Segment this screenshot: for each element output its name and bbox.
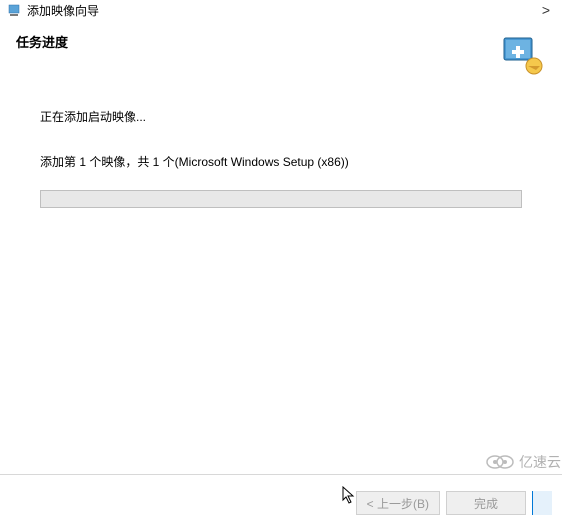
wizard-header: 任务进度 bbox=[0, 20, 562, 88]
wizard-buttons: < 上一步(B) 完成 bbox=[356, 491, 552, 515]
watermark: 亿速云 bbox=[485, 452, 561, 472]
status-text: 正在添加启动映像... bbox=[40, 108, 522, 125]
mouse-cursor-icon bbox=[342, 486, 356, 509]
progress-bar bbox=[40, 190, 522, 208]
wizard-content: 正在添加启动映像... 添加第 1 个映像，共 1 个(Microsoft Wi… bbox=[0, 88, 562, 228]
footer-separator bbox=[0, 474, 562, 475]
title-bar: 添加映像向导 > bbox=[0, 0, 562, 20]
watermark-logo-icon bbox=[485, 452, 515, 472]
page-title: 任务进度 bbox=[16, 32, 68, 51]
progress-detail-text: 添加第 1 个映像，共 1 个(Microsoft Windows Setup … bbox=[40, 153, 522, 170]
watermark-text: 亿速云 bbox=[519, 452, 561, 472]
back-button[interactable]: < 上一步(B) bbox=[356, 491, 440, 515]
finish-button[interactable]: 完成 bbox=[446, 491, 526, 515]
window-control-area[interactable]: > bbox=[536, 2, 556, 18]
wizard-banner-icon bbox=[498, 32, 546, 80]
window-title: 添加映像向导 bbox=[27, 2, 536, 19]
app-icon bbox=[6, 2, 22, 18]
cancel-button-partial[interactable] bbox=[532, 491, 552, 515]
